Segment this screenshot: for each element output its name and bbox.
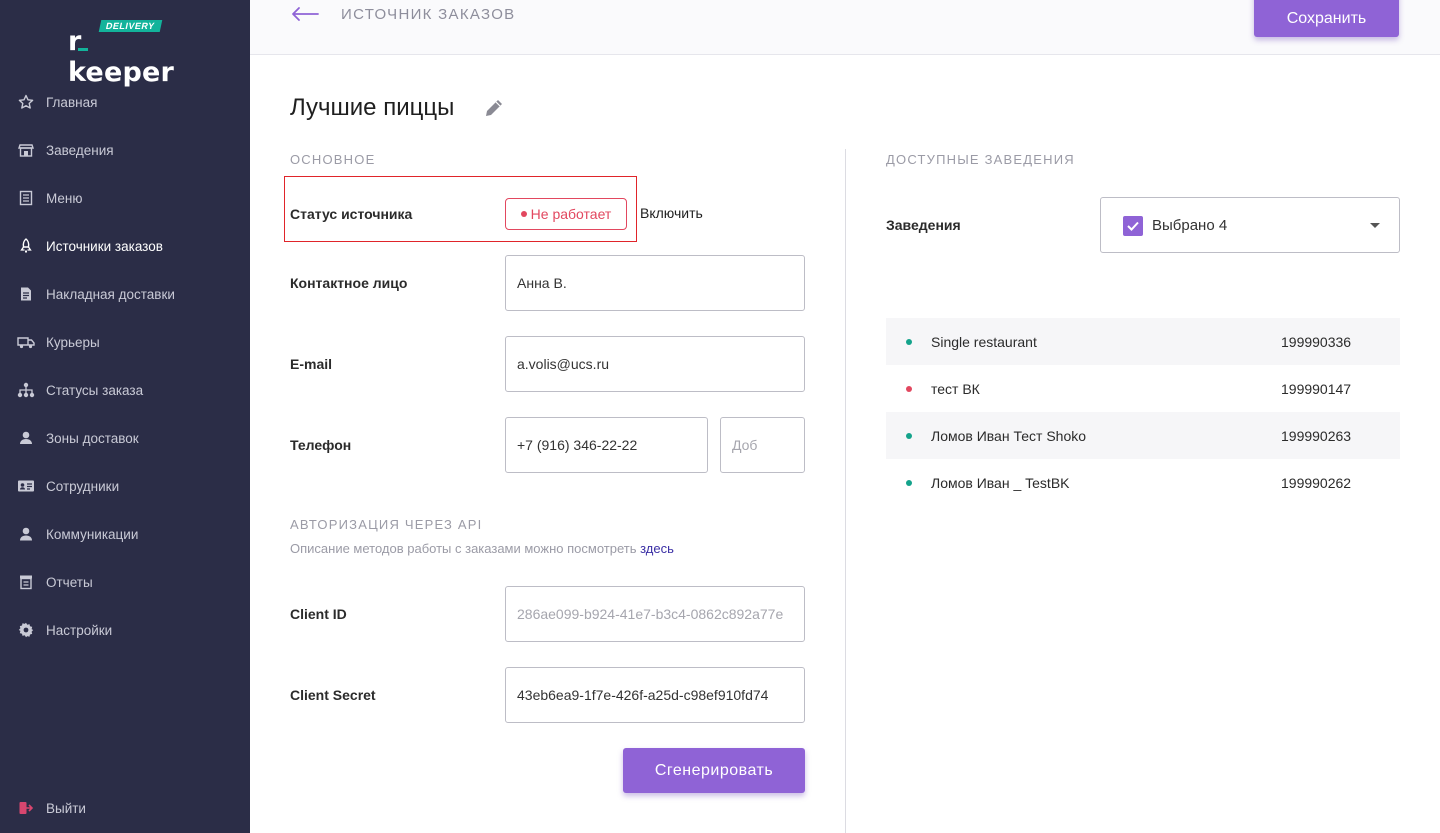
venue-name: Ломов Иван Тест Shoko [931, 427, 1087, 444]
client-id-field[interactable]: 286ae099-b924-41e7-b3c4-0862c892a77e [505, 586, 805, 642]
venues-selected-text: Выбрано 4 [1152, 217, 1228, 234]
venue-list: Single restaurant 199990336 тест ВК 1999… [886, 318, 1400, 506]
list-item[interactable]: Ломов Иван _ TestBK 199990262 [886, 459, 1400, 506]
truck-icon [17, 333, 35, 351]
top-header: ИСТОЧНИК ЗАКАЗОВ Сохранить [250, 0, 1440, 55]
client-secret-field[interactable]: 43eb6ea9-1f7e-426f-a25d-c98ef910fd74 [505, 667, 805, 723]
status-dot [906, 385, 912, 392]
star-icon [17, 93, 35, 111]
logo-underscore [78, 48, 88, 51]
gear-icon [17, 621, 35, 639]
sidebar-item-reports[interactable]: Отчеты [0, 558, 250, 606]
phone-ext-field[interactable]: Доб [720, 417, 805, 473]
back-arrow-icon[interactable] [290, 4, 320, 24]
sidebar-item-label: Коммуникации [46, 526, 139, 542]
venue-id: 199990262 [1281, 474, 1352, 491]
list-item[interactable]: Ломов Иван Тест Shoko 199990263 [886, 412, 1400, 459]
contact-field[interactable]: Анна В. [505, 255, 805, 311]
sidebar-item-label: Зоны доставок [46, 430, 139, 446]
email-field[interactable]: a.volis@ucs.ru [505, 336, 805, 392]
venue-id: 199990336 [1281, 333, 1352, 350]
api-description: Описание методов работы с заказами можно… [290, 541, 674, 556]
enable-link[interactable]: Включить [640, 205, 703, 221]
page-title: Лучшие пиццы [290, 94, 455, 121]
sidebar-item-label: Источники заказов [46, 238, 163, 254]
venues-label: Заведения [886, 217, 961, 233]
sidebar-item-label: Настройки [46, 622, 113, 638]
user-icon [17, 525, 35, 543]
logout-button[interactable]: Выйти [0, 784, 250, 832]
section-venues-heading: ДОСТУПНЫЕ ЗАВЕДЕНИЯ [886, 152, 1075, 167]
sidebar-item-label: Курьеры [46, 334, 100, 350]
api-description-text: Описание методов работы с заказами можно… [290, 541, 637, 556]
document-icon [17, 285, 35, 303]
sidebar-item-label: Главная [46, 94, 98, 110]
venue-id: 199990263 [1281, 427, 1352, 444]
phone-field[interactable]: +7 (916) 346-22-22 [505, 417, 708, 473]
list-item[interactable]: тест ВК 199990147 [886, 365, 1400, 412]
sidebar-item-home[interactable]: Главная [0, 78, 250, 126]
logo-badge: DELIVERY [98, 20, 162, 32]
status-dot [520, 211, 527, 217]
header-title: ИСТОЧНИК ЗАКАЗОВ [341, 6, 516, 23]
sidebar-item-label: Накладная доставки [46, 286, 175, 302]
sidebar-item-label: Статусы заказа [46, 382, 144, 398]
sidebar-item-order-sources[interactable]: Источники заказов [0, 222, 250, 270]
logout-icon [17, 799, 35, 817]
menu-icon [17, 189, 35, 207]
client-secret-label: Client Secret [290, 687, 376, 703]
location-user-icon [17, 429, 35, 447]
checkbox-checked-icon[interactable] [1123, 216, 1143, 236]
sidebar-item-label: Заведения [46, 142, 114, 158]
status-badge: Не работает [505, 198, 627, 230]
sidebar-item-menu[interactable]: Меню [0, 174, 250, 222]
logout-label: Выйти [46, 800, 86, 816]
chevron-down-icon [1370, 223, 1380, 228]
contact-label: Контактное лицо [290, 275, 408, 291]
rocket-icon [17, 237, 35, 255]
status-dot [906, 432, 912, 439]
venues-select[interactable]: Выбрано 4 [1100, 197, 1400, 253]
phone-label: Телефон [290, 437, 352, 453]
sidebar-item-delivery-zones[interactable]: Зоны доставок [0, 414, 250, 462]
hierarchy-icon [17, 381, 35, 399]
status-label: Статус источника [290, 206, 413, 222]
list-item[interactable]: Single restaurant 199990336 [886, 318, 1400, 365]
status-dot [906, 479, 912, 486]
section-basic-heading: ОСНОВНОЕ [290, 152, 376, 167]
generate-button[interactable]: Сгенерировать [623, 748, 805, 793]
edit-pencil-icon[interactable] [483, 97, 505, 119]
sidebar-item-order-statuses[interactable]: Статусы заказа [0, 366, 250, 414]
email-label: E-mail [290, 356, 333, 372]
section-api-heading: АВТОРИЗАЦИЯ ЧЕРЕЗ API [290, 517, 483, 532]
sidebar-item-venues[interactable]: Заведения [0, 126, 250, 174]
venue-name: Ломов Иван _ TestBK [931, 474, 1070, 491]
save-button[interactable]: Сохранить [1254, 0, 1399, 37]
id-card-icon [17, 477, 35, 495]
report-icon [17, 573, 35, 591]
store-icon [17, 141, 35, 159]
sidebar-item-couriers[interactable]: Курьеры [0, 318, 250, 366]
client-id-label: Client ID [290, 606, 347, 622]
sidebar-item-label: Меню [46, 190, 83, 206]
sidebar: r keeper DELIVERY Главная Заведения Меню [0, 0, 250, 833]
sidebar-item-delivery-invoice[interactable]: Накладная доставки [0, 270, 250, 318]
sidebar-item-communications[interactable]: Коммуникации [0, 510, 250, 558]
venue-name: тест ВК [931, 380, 980, 397]
venue-id: 199990147 [1281, 380, 1352, 397]
rkeeper-logo[interactable]: r keeper DELIVERY [68, 20, 188, 88]
sidebar-item-label: Отчеты [46, 574, 93, 590]
column-divider [845, 149, 846, 833]
sidebar-item-settings[interactable]: Настройки [0, 606, 250, 654]
venue-name: Single restaurant [931, 333, 1037, 350]
sidebar-item-employees[interactable]: Сотрудники [0, 462, 250, 510]
status-badge-text: Не работает [530, 206, 612, 222]
sidebar-item-label: Сотрудники [46, 478, 120, 494]
api-docs-link[interactable]: здесь [640, 541, 674, 556]
status-dot [906, 338, 912, 345]
